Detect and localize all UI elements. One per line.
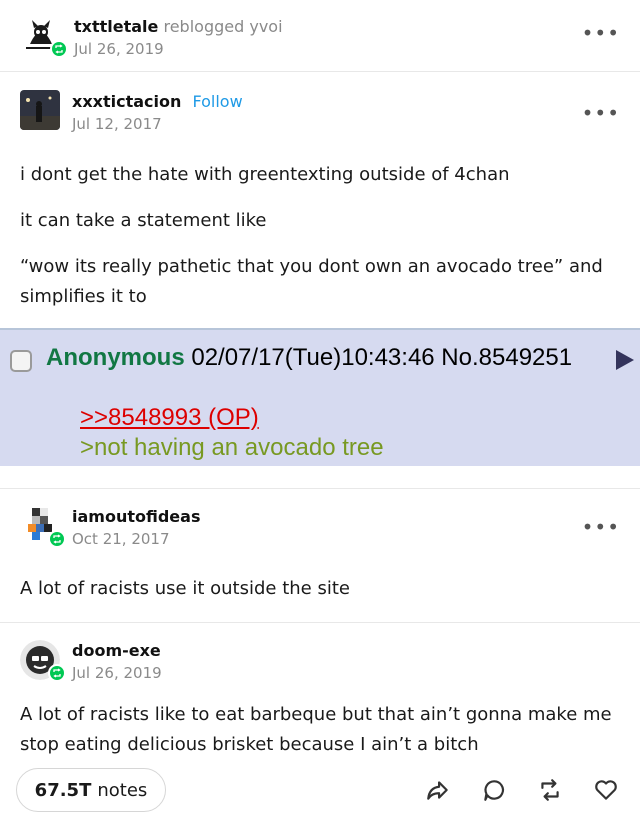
post2-paragraph: A lot of racists use it outside the site [20,578,350,599]
post-footer: 67.5T notes [0,760,640,823]
reblog-line: txttletale reblogged yvoi [74,17,283,36]
reply-icon[interactable] [480,776,508,804]
post1-author-name[interactable]: xxxtictacion [72,92,181,111]
reblog-badge-icon [48,664,66,682]
notes-label: notes [97,779,148,801]
post1-paragraph: “wow its really pathetic that you dont o… [20,256,603,307]
post1-more-options-icon[interactable]: ••• [582,103,620,123]
chan-post-meta: 02/07/17(Tue)10:43:46 No.8549251 [191,344,573,371]
like-icon[interactable] [592,776,620,804]
post3-date[interactable]: Jul 26, 2019 [72,664,162,682]
reblog-badge-icon [48,530,66,548]
chan-poster-name: Anonymous [46,344,185,371]
chan-checkbox [10,350,32,372]
post3-author-name[interactable]: doom-exe [72,641,161,660]
post-divider [0,622,640,623]
chan-post-header: Anonymous 02/07/17(Tue)10:43:46 No.85492… [46,344,572,372]
reblog-badge-icon [50,40,68,58]
follow-button[interactable]: Follow [192,92,242,111]
notes-button[interactable]: 67.5T notes [16,768,166,812]
reblog-icon[interactable] [536,776,564,804]
post3-paragraph: A lot of racists like to eat barbeque bu… [20,704,612,755]
post1-paragraph: i dont get the hate with greentexting ou… [20,164,510,185]
post2-date[interactable]: Oct 21, 2017 [72,530,170,548]
share-icon[interactable] [424,776,452,804]
post1-avatar[interactable] [20,90,60,130]
chan-greentext: >not having an avocado tree [80,434,384,461]
reblogger-name[interactable]: txttletale [74,17,158,36]
reblog-source-name[interactable]: yvoi [249,17,282,36]
reblog-date[interactable]: Jul 26, 2019 [74,40,164,58]
more-options-icon[interactable]: ••• [582,23,620,43]
post1-date[interactable]: Jul 12, 2017 [72,115,162,133]
notes-count: 67.5T [34,779,92,801]
post1-author-line: xxxtictacion Follow [72,92,243,111]
post1-paragraph: it can take a statement like [20,210,267,231]
post2-author-name[interactable]: iamoutofideas [72,507,200,526]
chan-post-image: Anonymous 02/07/17(Tue)10:43:46 No.85492… [0,328,640,466]
reblogged-text: reblogged [163,17,245,36]
post-divider [0,488,640,489]
reblog-header: txttletale reblogged yvoi Jul 26, 2019 •… [0,0,640,72]
chan-reply-link: >>8548993 (OP) [80,404,259,431]
post2-author-line: iamoutofideas [72,507,200,526]
chan-menu-arrow-icon [616,350,634,370]
post2-more-options-icon[interactable]: ••• [582,517,620,537]
post3-author-line: doom-exe [72,641,161,660]
